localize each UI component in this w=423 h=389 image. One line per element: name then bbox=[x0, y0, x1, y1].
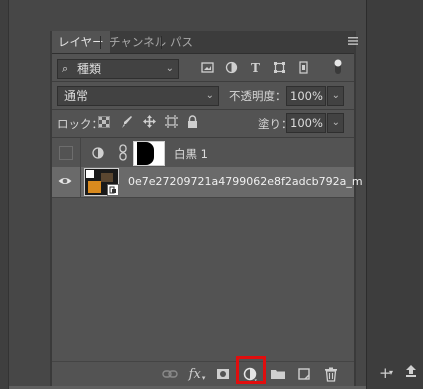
panel-divider bbox=[52, 109, 354, 110]
smart-object-badge-icon bbox=[107, 184, 119, 196]
type-filter-icon[interactable]: T bbox=[249, 61, 262, 75]
layer-row-selected[interactable]: 0e7e27209721a4799062e8f2adcb792a_m bbox=[52, 167, 363, 198]
eye-icon[interactable] bbox=[58, 176, 72, 186]
thumbnail-orange-area bbox=[88, 181, 101, 193]
panel-menu-icon[interactable] bbox=[348, 36, 358, 46]
shape-filter-icon[interactable] bbox=[273, 61, 286, 74]
chain-link-icon[interactable] bbox=[118, 144, 128, 162]
fx-icon[interactable]: fx ▾ bbox=[189, 366, 206, 383]
thumbnail-dark-area bbox=[101, 173, 113, 182]
dropdown-indicator-icon: ▾ bbox=[201, 374, 206, 382]
filter-toggle-switch[interactable] bbox=[332, 58, 344, 76]
lock-artboard-icon[interactable] bbox=[165, 115, 178, 128]
layer-row[interactable]: 白黒 1 bbox=[52, 138, 354, 169]
lock-all-icon[interactable] bbox=[187, 115, 198, 128]
panel-tab-bar: レイヤー チャンネル パス bbox=[52, 31, 354, 54]
adjustment-filter-icon[interactable] bbox=[225, 61, 238, 74]
thumbnail-light-area bbox=[86, 170, 94, 178]
lock-image-pixels-icon[interactable] bbox=[121, 115, 133, 129]
layer-mask-thumbnail[interactable] bbox=[133, 141, 165, 166]
opacity-value: 100% bbox=[290, 89, 323, 103]
link-icon[interactable] bbox=[162, 366, 178, 382]
tab-separator bbox=[161, 36, 162, 49]
panel-divider bbox=[52, 81, 354, 82]
fill-value: 100% bbox=[290, 116, 323, 130]
tab-paths[interactable]: パス bbox=[164, 31, 199, 53]
layer-name: 白黒 1 bbox=[174, 147, 208, 161]
workspace-background bbox=[9, 0, 366, 31]
blend-mode-value: 通常 bbox=[64, 89, 89, 103]
smart-object-filter-icon[interactable] bbox=[297, 61, 310, 74]
trash-icon[interactable] bbox=[323, 366, 339, 382]
filter-kind-dropdown[interactable]: ⌕ 種類 ⌄ bbox=[57, 59, 179, 79]
pixel-filter-icon[interactable] bbox=[201, 61, 214, 74]
fill-dropdown-button[interactable]: ⌄ bbox=[327, 113, 344, 133]
right-dock-strip: + ▾ bbox=[366, 0, 423, 389]
chevron-down-icon: ⌄ bbox=[205, 90, 214, 101]
export-icon[interactable] bbox=[405, 364, 417, 378]
fill-input[interactable]: 100% bbox=[286, 113, 326, 133]
opacity-dropdown-button[interactable]: ⌄ bbox=[327, 86, 344, 106]
blend-mode-dropdown[interactable]: 通常 ⌄ bbox=[57, 86, 219, 106]
lock-label: ロック： bbox=[57, 117, 103, 131]
left-dock-strip bbox=[0, 0, 9, 389]
chevron-down-icon: ⌄ bbox=[331, 117, 340, 128]
chevron-down-icon: ⌄ bbox=[331, 90, 340, 101]
tab-layers[interactable]: レイヤー bbox=[52, 31, 110, 53]
layers-panel bbox=[52, 31, 354, 389]
highlight-box bbox=[236, 356, 266, 384]
layer-name: 0e7e27209721a4799062e8f2adcb792a_m bbox=[128, 175, 363, 188]
row-divider bbox=[80, 138, 81, 168]
lock-position-icon[interactable] bbox=[143, 115, 156, 128]
visibility-toggle[interactable] bbox=[59, 146, 73, 160]
tab-separator bbox=[100, 36, 101, 49]
mask-shape bbox=[137, 142, 154, 165]
search-icon: ⌕ bbox=[62, 62, 69, 75]
row-divider bbox=[80, 167, 81, 197]
opacity-label: 不透明度： bbox=[229, 89, 287, 103]
chevron-down-icon: ⌄ bbox=[165, 63, 174, 74]
opacity-input[interactable]: 100% bbox=[286, 86, 326, 106]
mask-icon[interactable] bbox=[215, 366, 231, 382]
adjustment-layer-icon bbox=[92, 147, 104, 159]
filter-kind-label: 種類 bbox=[77, 62, 102, 76]
add-dropdown-icon: ▾ bbox=[389, 368, 394, 377]
new-layer-icon[interactable] bbox=[296, 366, 312, 382]
folder-icon[interactable] bbox=[270, 366, 286, 382]
panel-right-border bbox=[354, 31, 356, 389]
lock-transparent-pixels-icon[interactable] bbox=[98, 116, 110, 128]
